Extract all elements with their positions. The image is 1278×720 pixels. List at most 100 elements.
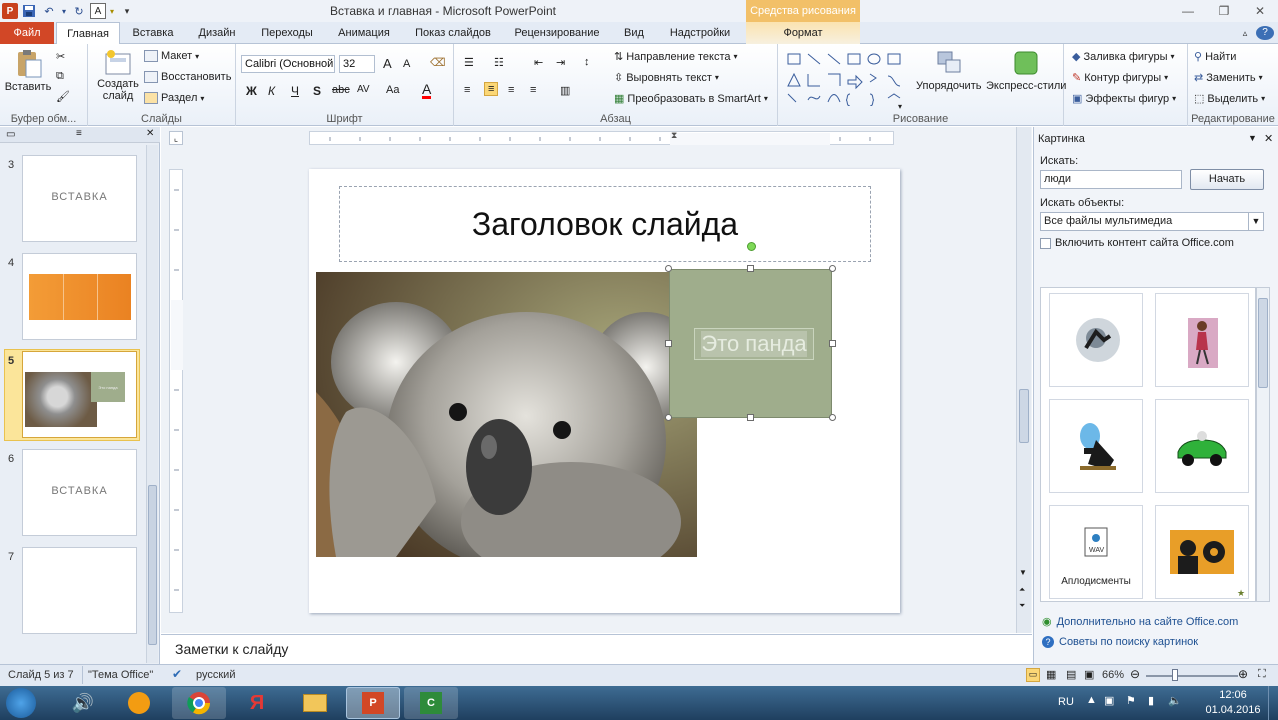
clipart-result-6[interactable] <box>1155 505 1249 599</box>
reset-button[interactable]: Восстановить <box>144 71 231 83</box>
zoom-level[interactable]: 66% <box>1102 669 1124 681</box>
koala-image[interactable] <box>316 272 697 557</box>
resize-handle[interactable] <box>665 265 672 272</box>
shape-effects-button[interactable]: ▣ Эффекты фигур ▾ <box>1072 92 1176 106</box>
tab-home[interactable]: Главная <box>56 22 120 45</box>
clipart-result-2[interactable] <box>1155 293 1249 387</box>
tab-file[interactable]: Файл <box>0 22 54 44</box>
minimize-icon[interactable]: — <box>1170 0 1206 22</box>
tab-design[interactable]: Дизайн <box>188 22 246 44</box>
powerpoint-app-icon[interactable]: P <box>2 3 18 19</box>
results-scroll-thumb[interactable] <box>1258 298 1268 388</box>
indent-marker-icon[interactable]: ⧗ <box>671 130 681 148</box>
font-color-dropdown-icon[interactable]: ▾ <box>108 2 116 20</box>
new-slide-button[interactable]: Создать слайд <box>94 48 142 102</box>
slideshow-view-icon[interactable]: ▣ <box>1084 668 1094 681</box>
align-left-icon[interactable]: ≡ <box>464 84 470 96</box>
show-desktop-button[interactable] <box>1268 686 1278 720</box>
fit-slide-icon[interactable]: ⛶ <box>1258 668 1266 681</box>
taskbar-camtasia-icon[interactable]: C <box>404 687 458 719</box>
shapes-gallery[interactable] <box>784 50 910 106</box>
smartart-button[interactable]: ▦ Преобразовать в SmartArt ▾ <box>614 92 768 106</box>
tab-transitions[interactable]: Переходы <box>252 22 322 44</box>
text-box-icon[interactable]: A <box>90 3 106 19</box>
slide-thumb-7[interactable] <box>22 547 137 634</box>
tab-insert[interactable]: Вставка <box>124 22 182 44</box>
normal-view-icon[interactable]: ▭ <box>1026 668 1040 682</box>
undo-dropdown-icon[interactable]: ▾ <box>60 2 68 20</box>
language-indicator[interactable]: русский <box>196 669 235 681</box>
italic-button[interactable]: К <box>268 84 275 98</box>
title-placeholder[interactable]: Заголовок слайда <box>339 186 871 262</box>
tab-review[interactable]: Рецензирование <box>506 22 608 44</box>
char-spacing-button[interactable]: AV <box>357 84 370 95</box>
checkbox-box[interactable] <box>1040 237 1051 249</box>
resize-handle[interactable] <box>747 265 754 272</box>
tab-selector-icon[interactable]: ⌞ <box>169 131 183 145</box>
slide-thumb-5[interactable]: Это панда <box>22 351 137 438</box>
grow-font-icon[interactable]: A <box>383 56 392 71</box>
resize-handle[interactable] <box>829 340 836 347</box>
font-size-combo[interactable]: 32 <box>339 55 375 73</box>
strikethrough-button[interactable]: abc <box>332 84 350 96</box>
tab-view[interactable]: Вид <box>614 22 654 44</box>
customize-qat-icon[interactable]: ▾ <box>118 2 136 20</box>
shrink-font-icon[interactable]: A <box>403 58 410 70</box>
close-icon[interactable]: ✕ <box>1242 0 1278 22</box>
taskbar-explorer-icon[interactable] <box>288 687 342 719</box>
slide-thumb-6[interactable]: ВСТАВКА <box>22 449 137 536</box>
taskbar-chrome-icon[interactable] <box>172 687 226 719</box>
taskbar-sound-icon[interactable]: 🔊 <box>56 687 110 719</box>
minimize-ribbon-icon[interactable]: ▵ <box>1236 22 1254 44</box>
underline-button[interactable]: Ч <box>291 84 299 98</box>
font-name-combo[interactable]: Calibri (Основной <box>241 55 335 73</box>
shape-outline-button[interactable]: ✎ Контур фигуры ▾ <box>1072 71 1168 85</box>
zoom-slider-thumb[interactable] <box>1172 669 1178 681</box>
resize-handle[interactable] <box>747 414 754 421</box>
scroll-thumb[interactable] <box>148 485 157 645</box>
results-scrollbar[interactable] <box>1256 287 1270 602</box>
shape-text-box[interactable]: Это панда <box>694 328 814 360</box>
cut-icon[interactable]: ✂ <box>56 50 65 63</box>
sorter-view-icon[interactable]: ▦ <box>1046 668 1056 681</box>
pane-options-icon[interactable]: ▼ <box>1248 133 1257 143</box>
resize-handle[interactable] <box>829 414 836 421</box>
tab-format[interactable]: Формат <box>746 22 860 44</box>
format-painter-icon[interactable]: 🖌 <box>56 90 70 103</box>
align-right-icon[interactable]: ≡ <box>508 84 514 96</box>
bullets-icon[interactable]: ☰ <box>464 56 474 69</box>
align-center-icon[interactable]: ≡ <box>484 82 499 96</box>
tab-addins[interactable]: Надстройки <box>660 22 740 44</box>
rotate-handle[interactable] <box>747 242 756 251</box>
tray-flag-icon[interactable]: ⚑ <box>1126 694 1136 707</box>
redo-icon[interactable]: ↻ <box>70 2 88 20</box>
start-button-icon[interactable] <box>6 688 36 718</box>
slides-scrollbar[interactable] <box>146 145 158 663</box>
clipart-search-input[interactable]: люди <box>1040 170 1182 189</box>
include-office-checkbox[interactable]: Включить контент сайта Office.com <box>1040 237 1234 249</box>
section-button[interactable]: Раздел ▾ <box>144 92 204 104</box>
tray-expand-icon[interactable]: ▲ <box>1086 694 1097 706</box>
line-spacing-icon[interactable]: ↕ <box>584 56 590 68</box>
close-panel-icon[interactable]: ✕ <box>146 128 154 139</box>
taskbar-powerpoint-icon[interactable]: P <box>346 687 400 719</box>
bold-button[interactable]: Ж <box>246 84 257 98</box>
slides-tab-icon[interactable]: ▭ <box>6 129 15 140</box>
taskbar-media-icon[interactable] <box>112 687 166 719</box>
clear-formatting-icon[interactable]: ⌫ <box>430 56 446 69</box>
change-case-button[interactable]: Aa <box>386 84 399 96</box>
next-slide-icon[interactable]: ⏷ <box>1019 601 1025 611</box>
outline-tab-icon[interactable]: ≡ <box>76 128 82 139</box>
select-button[interactable]: ⬚ Выделить ▾ <box>1194 92 1265 106</box>
help-icon[interactable]: ? <box>1256 26 1274 40</box>
taskbar-yandex-icon[interactable]: Я <box>230 687 284 719</box>
theme-name[interactable]: "Тема Office" <box>88 669 153 681</box>
clipart-result-4[interactable] <box>1155 399 1249 493</box>
zoom-in-icon[interactable]: ⊕ <box>1238 667 1248 681</box>
clock-time[interactable]: 12:06 <box>1208 689 1258 701</box>
spellcheck-icon[interactable]: ✔ <box>172 667 182 681</box>
gallery-more-icon[interactable]: ▾ <box>898 102 902 111</box>
clipart-result-3[interactable] <box>1049 399 1143 493</box>
prev-slide-icon[interactable]: ⏶ <box>1019 585 1025 595</box>
replace-button[interactable]: ⇄ Заменить ▾ <box>1194 71 1263 85</box>
